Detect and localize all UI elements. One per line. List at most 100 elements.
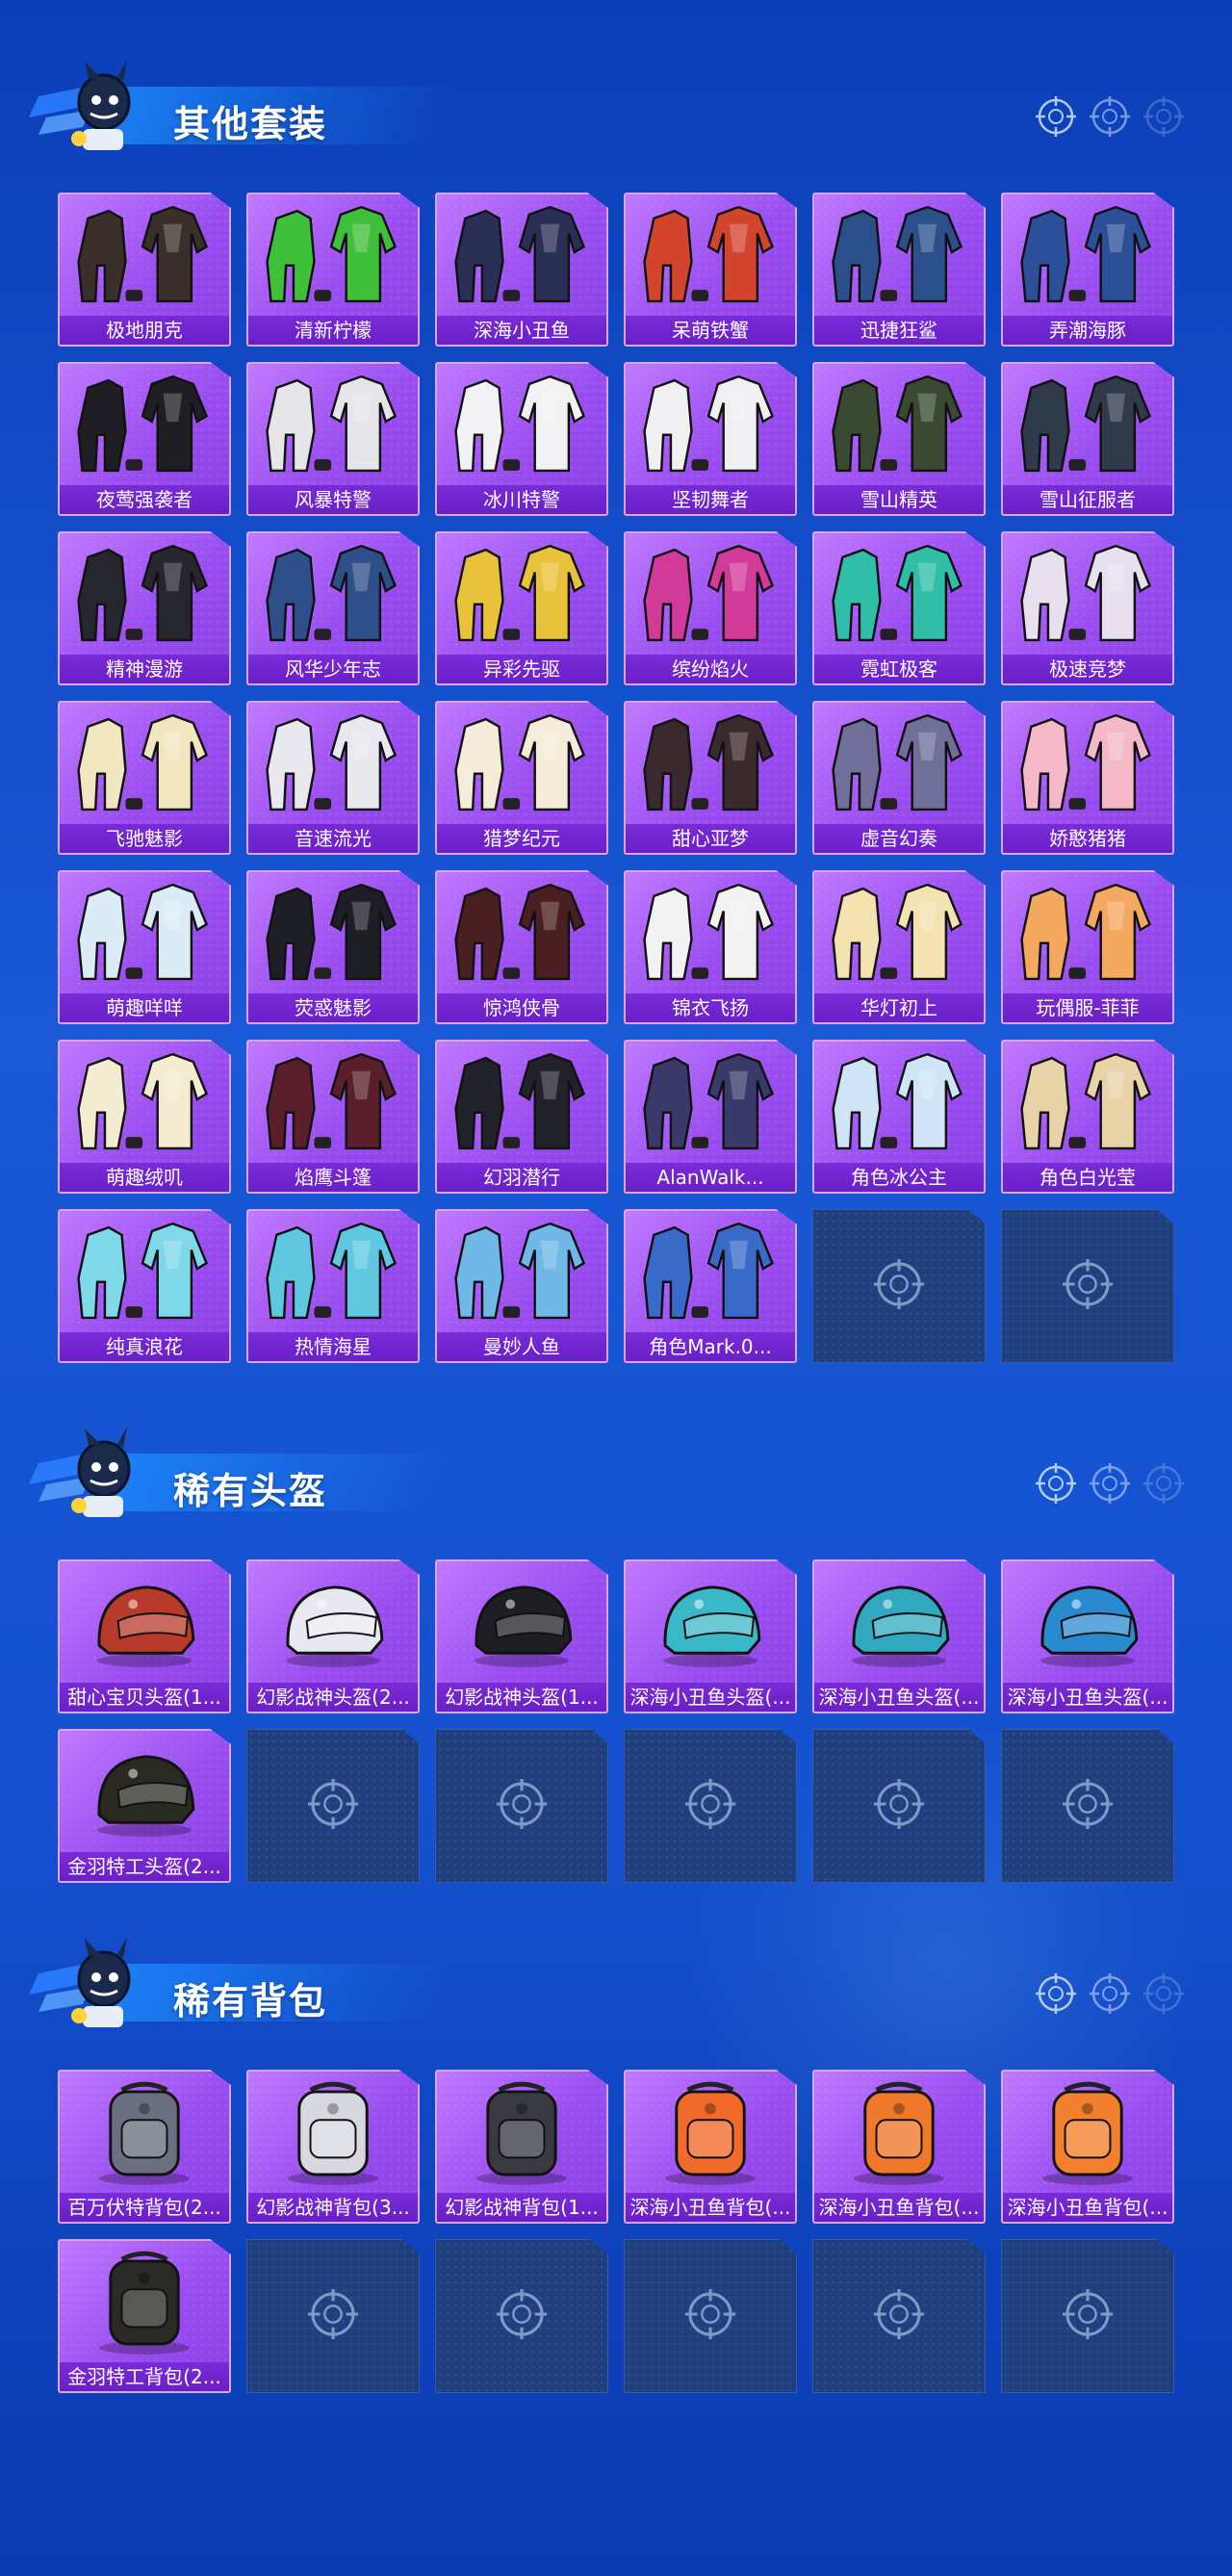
crosshair-icon — [1063, 1778, 1113, 1834]
outfit-icon — [643, 374, 775, 473]
item-name: 热情海星 — [248, 1332, 418, 1361]
item-card[interactable]: 呆萌铁蟹 — [624, 193, 797, 347]
empty-slot — [812, 2239, 986, 2393]
item-card[interactable]: 娇憨猪猪 — [1001, 701, 1174, 855]
item-name: 角色白光莹 — [1003, 1163, 1172, 1192]
outfit-icon — [1020, 1052, 1152, 1150]
item-name: 极地朋克 — [60, 316, 229, 345]
item-card[interactable]: 幻羽潜行 — [435, 1040, 608, 1194]
outfit-icon — [832, 713, 963, 811]
outfit-icon — [266, 205, 398, 303]
item-name: 曼妙人鱼 — [437, 1332, 606, 1361]
item-card[interactable]: 极地朋克 — [58, 193, 231, 347]
item-card[interactable]: 冰川特警 — [435, 362, 608, 516]
item-card[interactable]: 霓虹极客 — [812, 531, 986, 685]
outfit-icon — [1020, 883, 1152, 981]
item-card[interactable]: 幻影战神背包(1... — [435, 2070, 608, 2224]
item-card[interactable]: 雪山征服者 — [1001, 362, 1174, 516]
helmet-icon — [286, 1585, 384, 1667]
empty-slot — [624, 2239, 797, 2393]
item-name: 精神漫游 — [60, 655, 229, 683]
item-card[interactable]: 深海小丑鱼头盔(... — [812, 1559, 986, 1713]
outfit-icon — [454, 1052, 586, 1150]
item-card[interactable]: 焰鹰斗篷 — [246, 1040, 420, 1194]
item-name: 深海小丑鱼 — [437, 316, 606, 345]
crosshair-icon — [1143, 96, 1184, 142]
crosshair-icon — [1063, 2288, 1113, 2344]
item-name: 雪山精英 — [814, 485, 984, 514]
item-card[interactable]: 金羽特工头盔(2... — [58, 1729, 231, 1883]
item-name: 幻影战神背包(3... — [248, 2193, 418, 2222]
item-card[interactable]: 幻影战神头盔(1... — [435, 1559, 608, 1713]
item-card[interactable]: 坚韧舞者 — [624, 362, 797, 516]
item-card[interactable]: 热情海星 — [246, 1209, 420, 1363]
outfit-icon — [77, 205, 209, 303]
item-card[interactable]: 虚音幻奏 — [812, 701, 986, 855]
item-card[interactable]: 弄潮海豚 — [1001, 193, 1174, 347]
crosshair-decor — [1036, 1973, 1184, 2019]
item-card[interactable]: 荧惑魅影 — [246, 870, 420, 1024]
item-card[interactable]: 音速流光 — [246, 701, 420, 855]
item-card[interactable]: 深海小丑鱼背包(... — [812, 2070, 986, 2224]
item-card[interactable]: 深海小丑鱼头盔(... — [1001, 1559, 1174, 1713]
item-card[interactable]: 雪山精英 — [812, 362, 986, 516]
item-card[interactable]: 百万伏特背包(2... — [58, 2070, 231, 2224]
item-card[interactable]: 风华少年志 — [246, 531, 420, 685]
item-card[interactable]: 甜心宝贝头盔(1... — [58, 1559, 231, 1713]
backpack-icon — [99, 2251, 190, 2355]
item-card[interactable]: 猎梦纪元 — [435, 701, 608, 855]
empty-slot — [1001, 1209, 1174, 1363]
outfit-icon — [77, 883, 209, 981]
item-card[interactable]: 清新柠檬 — [246, 193, 420, 347]
item-card[interactable]: 异彩先驱 — [435, 531, 608, 685]
item-card[interactable]: 幻影战神背包(3... — [246, 2070, 420, 2224]
item-card[interactable]: 金羽特工背包(2... — [58, 2239, 231, 2393]
item-card[interactable]: 深海小丑鱼背包(... — [1001, 2070, 1174, 2224]
item-card[interactable]: 缤纷焰火 — [624, 531, 797, 685]
item-card[interactable]: 惊鸿侠骨 — [435, 870, 608, 1024]
item-card[interactable]: 纯真浪花 — [58, 1209, 231, 1363]
outfit-icon — [832, 544, 963, 642]
item-name: 焰鹰斗篷 — [248, 1163, 418, 1192]
item-card[interactable]: 精神漫游 — [58, 531, 231, 685]
item-name: 纯真浪花 — [60, 1332, 229, 1361]
item-name: 虚音幻奏 — [814, 824, 984, 853]
item-card[interactable]: 幻影战神头盔(2... — [246, 1559, 420, 1713]
outfit-icon — [454, 713, 586, 811]
outfit-icon — [77, 544, 209, 642]
outfit-icon — [266, 374, 398, 473]
item-card[interactable]: 极速竞梦 — [1001, 531, 1174, 685]
item-card[interactable]: 曼妙人鱼 — [435, 1209, 608, 1363]
item-card[interactable]: 深海小丑鱼背包(... — [624, 2070, 797, 2224]
item-card[interactable]: 深海小丑鱼头盔(... — [624, 1559, 797, 1713]
item-card[interactable]: 华灯初上 — [812, 870, 986, 1024]
item-card[interactable]: 夜莺强袭者 — [58, 362, 231, 516]
item-card[interactable]: 角色白光莹 — [1001, 1040, 1174, 1194]
item-name: 角色冰公主 — [814, 1163, 984, 1192]
crosshair-decor — [1036, 1463, 1184, 1508]
item-name: 甜心宝贝头盔(1... — [60, 1683, 229, 1712]
outfit-icon — [643, 1052, 775, 1150]
item-name: 缤纷焰火 — [626, 655, 795, 683]
item-name: 华灯初上 — [814, 993, 984, 1022]
outfit-icon — [454, 883, 586, 981]
item-name: 呆萌铁蟹 — [626, 316, 795, 345]
item-card[interactable]: 萌趣咩咩 — [58, 870, 231, 1024]
item-card[interactable]: 玩偶服-菲菲 — [1001, 870, 1174, 1024]
item-card[interactable]: 飞驰魅影 — [58, 701, 231, 855]
item-card[interactable]: 迅捷狂鲨 — [812, 193, 986, 347]
item-card[interactable]: 角色Mark.0... — [624, 1209, 797, 1363]
outfit-icon — [1020, 205, 1152, 303]
item-card[interactable]: 萌趣绒叽 — [58, 1040, 231, 1194]
item-card[interactable]: 角色冰公主 — [812, 1040, 986, 1194]
empty-slot — [435, 1729, 608, 1883]
item-card[interactable]: 风暴特警 — [246, 362, 420, 516]
crosshair-icon — [1063, 1258, 1113, 1314]
helmet-icon — [663, 1585, 761, 1667]
item-card[interactable]: 锦衣飞扬 — [624, 870, 797, 1024]
item-name: 异彩先驱 — [437, 655, 606, 683]
item-card[interactable]: 深海小丑鱼 — [435, 193, 608, 347]
helmet-icon — [475, 1585, 573, 1667]
item-card[interactable]: AlanWalk... — [624, 1040, 797, 1194]
item-card[interactable]: 甜心亚梦 — [624, 701, 797, 855]
